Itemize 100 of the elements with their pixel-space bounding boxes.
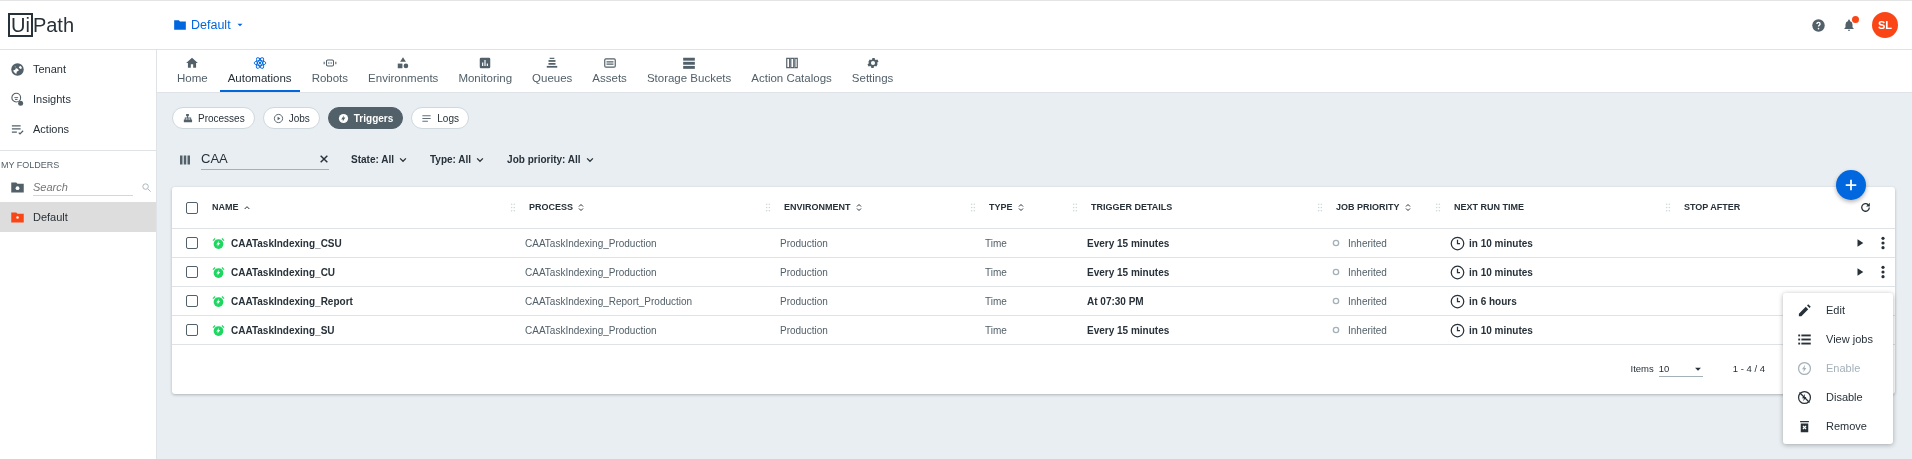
- drag-handle-icon[interactable]: [510, 202, 516, 213]
- sort-icon[interactable]: [1016, 203, 1025, 212]
- clock-icon: [1450, 264, 1465, 280]
- table-cell-text: Time: [984, 265, 1008, 280]
- list-icon: [1797, 332, 1812, 347]
- table-cell-text: At 07:30 PM: [1086, 294, 1145, 309]
- column-header[interactable]: STOP AFTER: [1684, 200, 1741, 215]
- items-label: Items: [1630, 362, 1654, 377]
- nav-tab[interactable]: Environments: [360, 49, 447, 92]
- filter-dropdown[interactable]: Type: All: [429, 152, 486, 167]
- nav-tab[interactable]: Home: [169, 49, 216, 92]
- folder-selector[interactable]: Default: [173, 15, 245, 35]
- row-checkbox[interactable]: [186, 266, 198, 278]
- pencil-icon: [1797, 303, 1812, 318]
- table-cell-text: Production: [779, 236, 829, 251]
- table-cell-text: Every 15 minutes: [1086, 323, 1171, 338]
- user-avatar[interactable]: SL: [1872, 12, 1898, 38]
- menu-item[interactable]: Remove: [1783, 412, 1893, 441]
- drag-handle-icon[interactable]: [1072, 202, 1078, 213]
- insights-icon: [10, 91, 25, 107]
- trigger-name[interactable]: CAATaskIndexing_CSU: [231, 235, 342, 251]
- nav-tab[interactable]: Automations: [219, 49, 300, 92]
- play-icon[interactable]: [1855, 267, 1865, 277]
- clock-icon: [1450, 293, 1465, 309]
- nav-tab[interactable]: Robots: [303, 49, 357, 92]
- section-label: MY FOLDERS: [0, 150, 156, 173]
- drag-handle-icon[interactable]: [1435, 202, 1441, 213]
- hierarchy-icon: [182, 112, 193, 124]
- table-cell-text: Every 15 minutes: [1086, 236, 1171, 251]
- row-checkbox[interactable]: [186, 295, 198, 307]
- column-header[interactable]: NEXT RUN TIME: [1454, 200, 1524, 215]
- folder-item[interactable]: Default: [0, 202, 156, 232]
- column-header[interactable]: TYPE: [989, 200, 1013, 215]
- drag-handle-icon[interactable]: [1317, 202, 1323, 213]
- play-icon[interactable]: [1855, 238, 1865, 248]
- trash-icon: [1797, 419, 1812, 434]
- folder-search-field[interactable]: Search: [33, 178, 133, 196]
- lines-icon: [421, 112, 433, 124]
- select-all-checkbox[interactable]: [186, 201, 198, 214]
- trigger-name[interactable]: CAATaskIndexing_CU: [231, 264, 336, 280]
- drag-handle-icon[interactable]: [970, 202, 976, 213]
- storage-icon: [682, 55, 697, 70]
- table-cell-text: Inherited: [1348, 265, 1387, 280]
- column-header[interactable]: NAME: [212, 200, 239, 215]
- row-checkbox[interactable]: [186, 324, 198, 336]
- filter-tab[interactable]: Jobs: [262, 107, 320, 129]
- clock-icon: [1450, 322, 1465, 338]
- binders-icon: [784, 55, 799, 70]
- filter-dropdown[interactable]: Job priority: All: [507, 152, 595, 167]
- sort-icon[interactable]: [854, 203, 863, 212]
- nav-tab[interactable]: Assets: [584, 49, 635, 92]
- page-size-select[interactable]: 10: [1658, 361, 1703, 378]
- sort-icon[interactable]: [1403, 203, 1412, 212]
- card-icon: [602, 55, 617, 70]
- trigger-name[interactable]: CAATaskIndexing_SU: [231, 322, 335, 338]
- table-cell-text: CAATaskIndexing_Report_Production: [524, 294, 694, 309]
- table-cell-text: Inherited: [1348, 294, 1387, 309]
- filter-tab[interactable]: Processes: [172, 107, 255, 129]
- table-cell-text: in 10 minutes: [1469, 265, 1533, 280]
- table-cell-text: CAATaskIndexing_Production: [524, 323, 658, 338]
- filter-tab[interactable]: Triggers: [327, 107, 404, 129]
- column-header[interactable]: ENVIRONMENT: [784, 200, 851, 215]
- column-header[interactable]: TRIGGER DETAILS: [1091, 200, 1173, 215]
- drag-handle-icon[interactable]: [1665, 202, 1671, 213]
- filter-dropdown[interactable]: State: All: [351, 152, 408, 167]
- nav-tab[interactable]: Settings: [843, 49, 902, 92]
- menu-item[interactable]: Disable: [1783, 383, 1893, 412]
- sidebar-item[interactable]: Insights: [0, 84, 156, 114]
- trigger-name[interactable]: CAATaskIndexing_Report: [231, 293, 353, 309]
- refresh-icon[interactable]: [1858, 201, 1872, 214]
- add-button[interactable]: [1836, 170, 1866, 200]
- nav-tab[interactable]: Action Catalogs: [743, 49, 840, 92]
- table-row[interactable]: CAATaskIndexing_CU CAATaskIndexing_Production Production Time Every 15 minutes Inherited in 10 minutes: [172, 258, 1895, 287]
- more-icon[interactable]: [1881, 236, 1885, 250]
- settings-icon: [865, 55, 880, 70]
- plus-icon: [1844, 178, 1858, 192]
- row-checkbox[interactable]: [186, 237, 198, 249]
- filter-tab[interactable]: Logs: [411, 107, 469, 129]
- table-cell-text: CAATaskIndexing_Production: [524, 236, 658, 251]
- column-header[interactable]: JOB PRIORITY: [1336, 200, 1400, 215]
- help-icon[interactable]: [1811, 17, 1826, 33]
- sort-up-icon[interactable]: [242, 203, 251, 212]
- nav-tab[interactable]: Monitoring: [450, 49, 521, 92]
- folder-icon: [173, 18, 187, 32]
- drag-handle-icon[interactable]: [765, 202, 771, 213]
- close-icon[interactable]: [319, 154, 329, 164]
- sidebar-item[interactable]: Tenant: [0, 54, 156, 84]
- filter-field[interactable]: CAA: [201, 148, 319, 170]
- column-header[interactable]: PROCESS: [529, 200, 573, 215]
- columns-icon[interactable]: [179, 153, 191, 166]
- sidebar-item[interactable]: Actions: [0, 114, 156, 144]
- more-icon[interactable]: [1881, 265, 1885, 279]
- nav-tab[interactable]: Storage Buckets: [638, 49, 740, 92]
- bell-icon[interactable]: [1842, 18, 1856, 32]
- table-cell-text: in 6 hours: [1469, 294, 1517, 309]
- queue-icon: [545, 55, 560, 70]
- clock-icon: [1450, 235, 1465, 251]
- sort-icon[interactable]: [577, 203, 585, 212]
- table-row[interactable]: CAATaskIndexing_CSU CAATaskIndexing_Production Production Time Every 15 minutes Inherited in 10 minutes: [172, 229, 1895, 258]
- nav-tab[interactable]: Queues: [524, 49, 581, 92]
